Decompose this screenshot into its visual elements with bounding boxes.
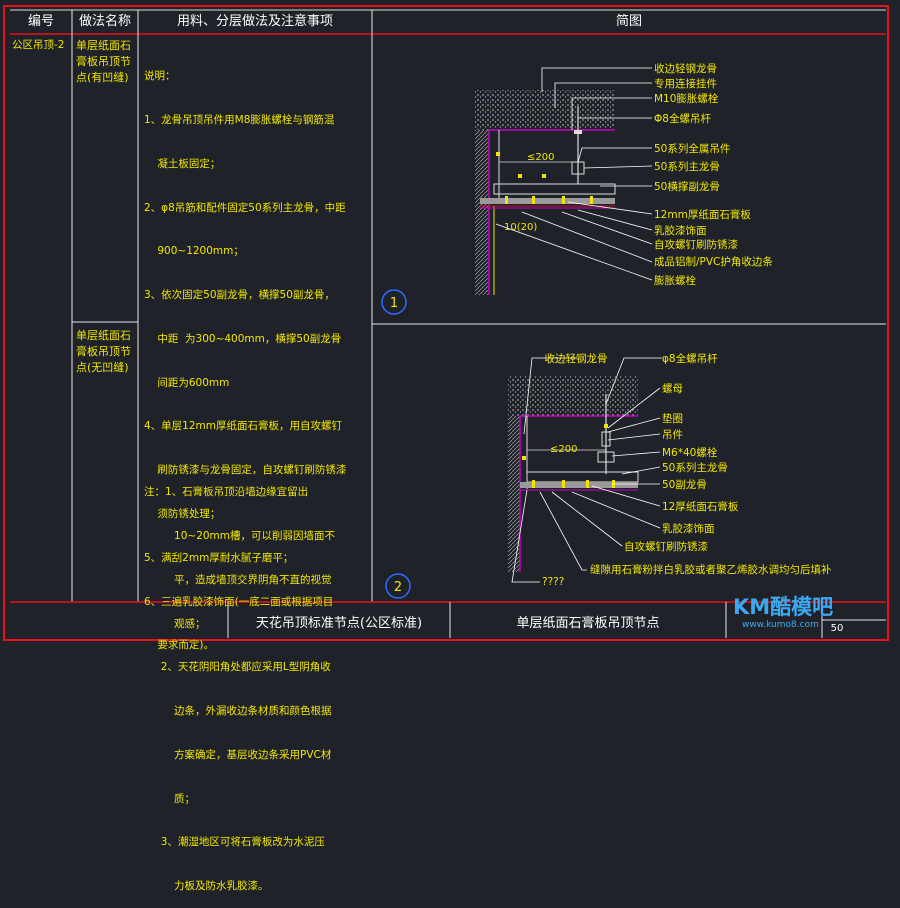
label-hanger: 吊件 <box>662 429 683 441</box>
label-phi8-rod-2: φ8全螺吊杆 <box>662 352 718 365</box>
label-joint-fill: 缝隙用石膏粉拌白乳胶或者聚乙烯胶水调均匀后填补 <box>590 563 832 576</box>
detail-number-2: 2 <box>394 580 402 595</box>
titleblock-page-number: 50 <box>830 623 844 634</box>
label-nut: 螺母 <box>662 383 683 395</box>
header-col-material: 用料、分层做法及注意事项 <box>176 14 333 29</box>
label-edge-trim: 成品铝制/PVC护角收边条 <box>654 255 773 268</box>
dim-gap-label: 10(20) <box>504 222 537 233</box>
label-latex-finish-2: 乳胶漆饰面 <box>662 522 715 535</box>
label-gypsum-board: 12mm厚纸面石膏板 <box>654 208 751 221</box>
label-gypsum-board-2: 12厚纸面石膏板 <box>662 500 739 513</box>
label-edge-joist: 收边轻钢龙骨 <box>654 62 717 75</box>
label-expansion-bolt: 膨胀螺栓 <box>654 274 696 287</box>
row1-method-line: 点(有凹缝) <box>76 71 129 84</box>
label-screw-rust-2: 自攻螺钉刷防锈漆 <box>624 540 708 553</box>
label-phi8-rod: Φ8全螺吊杆 <box>654 112 711 125</box>
watermark-brand: KM酷模吧 <box>733 595 834 619</box>
row2-method-line: 单层纸面石 <box>76 329 131 342</box>
header-col-diagram: 简图 <box>615 14 642 29</box>
row1-code: 公区吊顶-2 <box>12 39 65 51</box>
wall-hatch <box>475 130 489 295</box>
row1-method-line: 膏板吊顶节 <box>76 55 131 68</box>
label-main-runner: 50系列主龙骨 <box>654 160 720 173</box>
header-col-no: 编号 <box>27 14 54 29</box>
label-unknown: ???? <box>542 576 564 588</box>
label-metal-hanger: 50系列全属吊件 <box>654 142 730 155</box>
label-m6-bolt: M6*40螺栓 <box>662 446 718 459</box>
row2-method-line: 膏板吊顶节 <box>76 345 131 358</box>
label-cross-runner: 50横撑副龙骨 <box>654 180 720 193</box>
row2-method: 单层纸面石 膏板吊顶节 点(无凹缝) <box>76 328 131 376</box>
row2-notes: 注：1、石膏板吊顶沿墙边缘宜留出 10~20mm槽，可以削弱因墙面不 平，造成墙… <box>144 486 336 893</box>
watermark-url: www.kumo8.com <box>742 620 819 630</box>
label-screw-rust: 自攻螺钉刷防锈漆 <box>654 238 738 251</box>
row2-method-line: 点(无凹缝) <box>76 361 129 374</box>
detail-diagram-1: ≤200 10(20) 收边轻钢龙骨 专用连接挂件 M10膨胀螺栓 Φ8全螺吊杆 <box>381 62 773 315</box>
label-edge-joist-2: 收边轻钢龙骨 <box>545 352 608 365</box>
label-m10-bolt: M10膨胀螺栓 <box>654 92 719 105</box>
label-sub-runner: 50副龙骨 <box>662 478 707 491</box>
detail-diagram-2: ≤200 收边轻钢龙骨 φ8全螺吊杆 螺母 垫圈 吊件 M6*40螺栓 50系列… <box>385 352 832 599</box>
label-hanger-piece: 专用连接挂件 <box>654 77 717 90</box>
label-main-runner-2: 50系列主龙骨 <box>662 461 728 474</box>
label-washer: 垫圈 <box>662 412 683 425</box>
detail-number-1: 1 <box>390 296 398 311</box>
header-col-method: 做法名称 <box>78 14 131 29</box>
wall-hatch-2 <box>508 416 520 572</box>
concrete-slab-hatch <box>475 90 615 130</box>
row1-method-line: 单层纸面石 <box>76 39 131 52</box>
concrete-slab-hatch-2 <box>508 376 638 416</box>
dim-200-label: ≤200 <box>527 152 554 163</box>
diagram1-labels: 收边轻钢龙骨 专用连接挂件 M10膨胀螺栓 Φ8全螺吊杆 50系列全属吊件 50… <box>654 62 773 287</box>
titleblock-standard-name: 天花吊顶标准节点(公区标准) <box>255 616 423 631</box>
label-latex-finish: 乳胶漆饰面 <box>654 224 707 237</box>
row1-method: 单层纸面石 膏板吊顶节 点(有凹缝) <box>76 38 131 86</box>
titleblock-detail-name: 单层纸面石膏板吊顶节点 <box>516 616 660 631</box>
dim-200-label-2: ≤200 <box>550 444 577 455</box>
